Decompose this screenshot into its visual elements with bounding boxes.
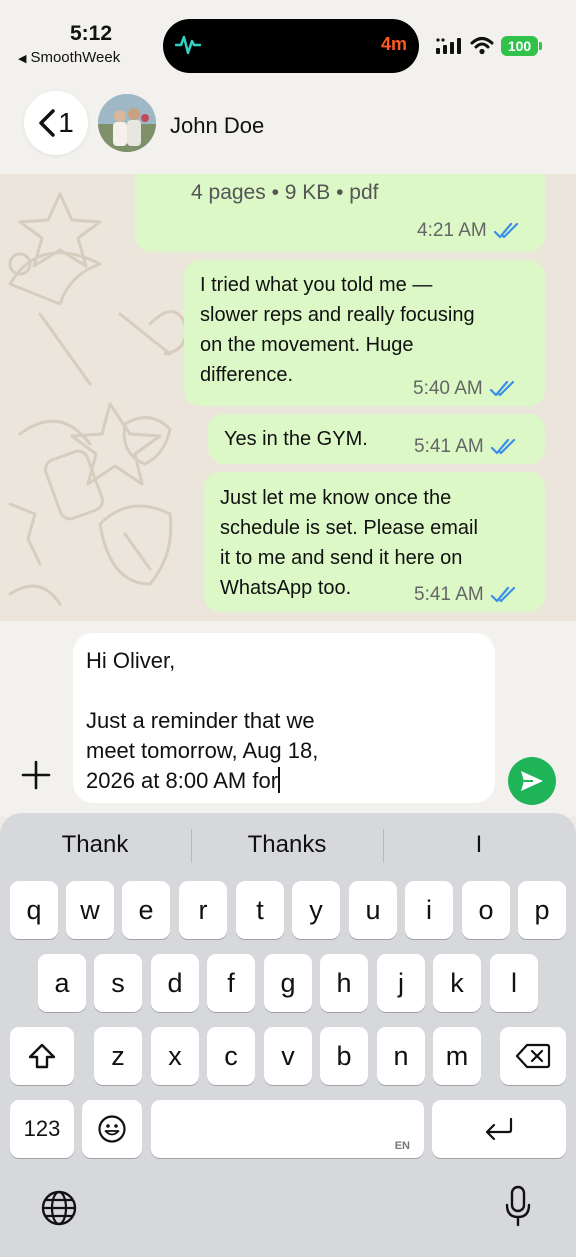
back-app-label: SmoothWeek	[30, 49, 121, 66]
battery-tip	[539, 42, 542, 50]
chat-messages[interactable]: 4 pages • 9 KB • pdf 4:21 AM I tried wha…	[0, 174, 576, 621]
chat-header: 1 John Doe	[0, 82, 576, 174]
emoji-icon	[98, 1115, 126, 1143]
key-t[interactable]: t	[236, 881, 284, 939]
keyboard-language: EN	[394, 1140, 410, 1152]
key-g[interactable]: g	[264, 954, 312, 1012]
emoji-key[interactable]	[82, 1100, 142, 1158]
key-s[interactable]: s	[94, 954, 142, 1012]
chevron-left-icon	[39, 109, 55, 137]
delete-key[interactable]	[500, 1027, 566, 1085]
message-time: 5:40 AM	[413, 378, 483, 399]
back-button[interactable]: 1	[24, 91, 88, 155]
key-a[interactable]: a	[38, 954, 86, 1012]
microphone-icon[interactable]	[504, 1185, 532, 1227]
key-y[interactable]: y	[292, 881, 340, 939]
document-info: 4 pages • 9 KB • pdf	[191, 181, 379, 204]
message-time: 4:21 AM	[417, 220, 487, 241]
message-meta: 5:41 AM	[414, 432, 518, 462]
activity-wave-icon	[175, 35, 201, 55]
unread-count: 1	[58, 107, 74, 138]
key-w[interactable]: w	[66, 881, 114, 939]
key-v[interactable]: v	[264, 1027, 312, 1085]
battery-icon: 100	[501, 36, 538, 56]
status-time: 5:12	[70, 22, 113, 45]
space-key[interactable]: EN	[151, 1100, 424, 1158]
key-p[interactable]: p	[518, 881, 566, 939]
message-meta: 5:40 AM	[413, 374, 517, 404]
message-input-text: Hi Oliver, Just a reminder that we meet …	[86, 646, 318, 796]
send-icon	[521, 771, 543, 791]
key-c[interactable]: c	[207, 1027, 255, 1085]
dynamic-island[interactable]: 4m	[163, 19, 419, 73]
key-i[interactable]: i	[405, 881, 453, 939]
composer-bar: Hi Oliver, Just a reminder that we meet …	[0, 621, 576, 817]
island-timer: 4m	[380, 34, 407, 54]
message-meta: 5:41 AM	[414, 580, 518, 610]
key-u[interactable]: u	[349, 881, 397, 939]
suggestion-3[interactable]: I	[384, 831, 574, 859]
contact-name[interactable]: John Doe	[170, 113, 264, 139]
message-bubble[interactable]: Just let me know once the schedule is se…	[204, 472, 545, 612]
contact-avatar[interactable]	[98, 94, 156, 152]
shift-icon	[28, 1043, 56, 1069]
key-d[interactable]: d	[151, 954, 199, 1012]
on-screen-keyboard: Thank Thanks I q w e r t y u i o p a s d…	[0, 813, 576, 1257]
key-q[interactable]: q	[10, 881, 58, 939]
message-bubble[interactable]: Yes in the GYM. 5:41 AM	[208, 414, 545, 464]
key-l[interactable]: l	[490, 954, 538, 1012]
read-receipt-icon	[490, 438, 515, 455]
send-button[interactable]	[508, 757, 556, 805]
back-triangle-icon: ◀	[18, 53, 27, 65]
key-o[interactable]: o	[462, 881, 510, 939]
read-receipt-icon	[493, 222, 518, 239]
numbers-key[interactable]: 123	[10, 1100, 74, 1158]
message-time: 5:41 AM	[414, 584, 484, 605]
key-h[interactable]: h	[320, 954, 368, 1012]
read-receipt-icon	[490, 586, 515, 603]
text-caret	[278, 767, 281, 793]
globe-icon[interactable]	[40, 1189, 78, 1227]
return-icon	[485, 1117, 513, 1141]
key-r[interactable]: r	[179, 881, 227, 939]
key-k[interactable]: k	[433, 954, 481, 1012]
key-x[interactable]: x	[151, 1027, 199, 1085]
message-meta: 4:21 AM	[417, 216, 521, 246]
return-key[interactable]	[432, 1100, 566, 1158]
message-time: 5:41 AM	[414, 436, 484, 457]
key-z[interactable]: z	[94, 1027, 142, 1085]
shift-key[interactable]	[10, 1027, 74, 1085]
message-bubble[interactable]: I tried what you told me — slower reps a…	[184, 260, 545, 406]
wifi-icon	[470, 37, 494, 55]
suggestion-1[interactable]: Thank	[0, 831, 190, 859]
cellular-signal-icon	[436, 38, 461, 54]
message-text: I tried what you told me — slower reps a…	[200, 274, 475, 386]
back-to-app-link[interactable]: ◀ SmoothWeek	[18, 49, 120, 66]
key-j[interactable]: j	[377, 954, 425, 1012]
read-receipt-icon	[489, 380, 514, 397]
key-m[interactable]: m	[433, 1027, 481, 1085]
suggestion-2[interactable]: Thanks	[192, 831, 382, 859]
key-n[interactable]: n	[377, 1027, 425, 1085]
key-f[interactable]: f	[207, 954, 255, 1012]
status-bar: 5:12 ◀ SmoothWeek 4m 100	[0, 0, 576, 82]
message-text: Yes in the GYM.	[224, 428, 368, 450]
message-draft: Hi Oliver, Just a reminder that we meet …	[86, 648, 319, 793]
message-input[interactable]: Hi Oliver, Just a reminder that we meet …	[73, 633, 554, 803]
message-bubble[interactable]: 4 pages • 9 KB • pdf 4:21 AM	[135, 174, 545, 252]
key-b[interactable]: b	[320, 1027, 368, 1085]
backspace-icon	[515, 1043, 551, 1069]
key-e[interactable]: e	[122, 881, 170, 939]
attach-plus-icon[interactable]	[20, 759, 52, 791]
